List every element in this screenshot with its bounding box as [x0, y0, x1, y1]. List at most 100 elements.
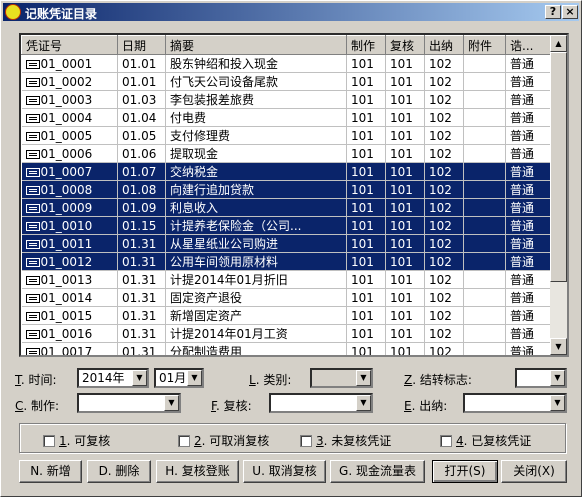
column-header[interactable]: 日期 — [117, 35, 166, 55]
cell-summary: 利息收入 — [165, 198, 347, 217]
cell-no: 01_0007 — [21, 162, 118, 181]
cell-no: 01_0015 — [21, 306, 118, 325]
cell-attach — [463, 234, 506, 253]
column-header[interactable]: 摘要 — [165, 35, 347, 55]
cell-review: 101 — [385, 126, 425, 145]
cell-no: 01_0005 — [21, 126, 118, 145]
cell-summary: 李包装报差旅费 — [165, 90, 347, 109]
cell-summary: 分配制造费用 — [165, 342, 347, 355]
cell-attach — [463, 180, 506, 199]
voucher-directory-window: 记账凭证目录 ? × 凭证号 日期 摘要 制作 复核 出纳 附件 诰... 01_0001 01… — [0, 0, 582, 497]
cell-cashier: 102 — [424, 216, 464, 235]
cell-summary: 支付修理费 — [165, 126, 347, 145]
cell-attach — [463, 144, 506, 163]
check-reviewed[interactable]: 4. 已复核凭证 — [440, 432, 531, 449]
column-header[interactable]: 凭证号 — [21, 35, 118, 55]
table-row[interactable]: 01_0006 01.06 提取现金 101 101 102 普通 — [21, 144, 553, 163]
table-row[interactable]: 01_0011 01.31 从星星纸业公司购进 101 101 102 普通 — [21, 234, 553, 253]
column-header[interactable]: 诰... — [505, 35, 553, 55]
table-row[interactable]: 01_0016 01.31 计提2014年01月工资 101 101 102 普通 — [21, 324, 553, 343]
table-row[interactable]: 01_0014 01.31 固定资产退役 101 101 102 普通 — [21, 288, 553, 307]
table-row[interactable]: 01_0012 01.31 公用车间领用原材料 101 101 102 普通 — [21, 252, 553, 271]
review-filter-group: 1. 可复核 2. 可取消复核 3. 未复核凭证 4. 已复核凭证 — [19, 423, 566, 453]
cashflow-button[interactable]: G. 现金流量表 — [330, 460, 425, 483]
cell-no: 01_0016 — [21, 324, 118, 343]
category-select[interactable]: ▼ — [310, 368, 373, 388]
table-row[interactable]: 01_0001 01.01 股东钟绍和投入现金 101 101 102 普通 — [21, 54, 553, 73]
scroll-up-icon[interactable]: ▲ — [550, 35, 567, 52]
year-select[interactable]: 2014年 ▼ — [77, 368, 149, 388]
table-row[interactable]: 01_0013 01.31 计提2014年01月折旧 101 101 102 普通 — [21, 270, 553, 289]
vertical-scrollbar[interactable]: ▲ ▼ — [550, 35, 567, 355]
cell-summary: 交纳税金 — [165, 162, 347, 181]
cell-type: 普通 — [505, 126, 553, 145]
cell-type: 普通 — [505, 54, 553, 73]
cell-attach — [463, 288, 506, 307]
table-row[interactable]: 01_0010 01.15 计提养老保险金（公司... 101 101 102 普通 — [21, 216, 553, 235]
column-header[interactable]: 复核 — [385, 35, 425, 55]
cell-no: 01_0011 — [21, 234, 118, 253]
table-row[interactable]: 01_0005 01.05 支付修理费 101 101 102 普通 — [21, 126, 553, 145]
help-button[interactable]: ? — [545, 5, 561, 19]
cell-cashier: 102 — [424, 144, 464, 163]
chevron-down-icon: ▼ — [164, 395, 179, 411]
cell-summary: 从星星纸业公司购进 — [165, 234, 347, 253]
cell-maker: 101 — [346, 306, 386, 325]
table-row[interactable]: 01_0003 01.03 李包装报差旅费 101 101 102 普通 — [21, 90, 553, 109]
column-header[interactable]: 出纳 — [424, 35, 464, 55]
voucher-icon — [25, 293, 40, 303]
column-header[interactable]: 附件 — [463, 35, 506, 55]
chevron-down-icon: ▼ — [550, 370, 565, 386]
cell-cashier: 102 — [424, 180, 464, 199]
table-row[interactable]: 01_0007 01.07 交纳税金 101 101 102 普通 — [21, 162, 553, 181]
open-button[interactable]: 打开(S) — [432, 460, 498, 483]
scroll-down-icon[interactable]: ▼ — [550, 338, 567, 355]
cell-type: 普通 — [505, 180, 553, 199]
voucher-number: 01_0001 — [40, 56, 93, 71]
table-row[interactable]: 01_0017 01.31 分配制造费用 101 101 102 普通 — [21, 342, 553, 355]
voucher-icon — [25, 185, 40, 195]
cell-date: 01.31 — [117, 288, 166, 307]
checkbox-icon — [43, 435, 55, 447]
close-dialog-button[interactable]: 关闭(X) — [501, 460, 567, 483]
cell-attach — [463, 90, 506, 109]
cell-type: 普通 — [505, 288, 553, 307]
check-can-review[interactable]: 1. 可复核 — [43, 432, 110, 449]
cell-review: 101 — [385, 288, 425, 307]
voucher-icon — [25, 311, 40, 321]
cell-cashier: 102 — [424, 306, 464, 325]
table-row[interactable]: 01_0008 01.08 向建行追加贷款 101 101 102 普通 — [21, 180, 553, 199]
cancel-review-button[interactable]: U. 取消复核 — [243, 460, 326, 483]
cell-attach — [463, 252, 506, 271]
table-row[interactable]: 01_0002 01.01 付飞天公司设备尾款 101 101 102 普通 — [21, 72, 553, 91]
table-row[interactable]: 01_0004 01.04 付电费 101 101 102 普通 — [21, 108, 553, 127]
table-row[interactable]: 01_0015 01.31 新增固定资产 101 101 102 普通 — [21, 306, 553, 325]
month-select[interactable]: 01月 ▼ — [154, 368, 204, 388]
cell-maker: 101 — [346, 90, 386, 109]
cell-no: 01_0012 — [21, 252, 118, 271]
check-can-cancel-review[interactable]: 2. 可取消复核 — [178, 432, 269, 449]
cell-no: 01_0004 — [21, 108, 118, 127]
cell-date: 01.31 — [117, 306, 166, 325]
voucher-number: 01_0002 — [40, 74, 93, 89]
review-select[interactable]: ▼ — [269, 393, 373, 413]
cell-type: 普通 — [505, 324, 553, 343]
cashier-select[interactable]: ▼ — [463, 393, 567, 413]
cashier-label: E. 出纳: — [404, 399, 448, 413]
voucher-icon — [25, 113, 40, 123]
review-ledger-button[interactable]: H. 复核登账 — [156, 460, 239, 483]
cell-date: 01.31 — [117, 252, 166, 271]
scroll-thumb[interactable] — [550, 52, 567, 282]
flag-select[interactable]: ▼ — [515, 368, 567, 388]
close-button[interactable]: × — [562, 5, 578, 19]
voucher-icon — [25, 221, 40, 231]
table-row[interactable]: 01_0009 01.09 利息收入 101 101 102 普通 — [21, 198, 553, 217]
cell-summary: 计提养老保险金（公司... — [165, 216, 347, 235]
add-button[interactable]: N. 新增 — [19, 460, 82, 483]
voucher-number: 01_0007 — [40, 164, 93, 179]
maker-select[interactable]: ▼ — [77, 393, 181, 413]
delete-button[interactable]: D. 删除 — [87, 460, 151, 483]
column-header[interactable]: 制作 — [346, 35, 386, 55]
voucher-table: 凭证号 日期 摘要 制作 复核 出纳 附件 诰... 01_0001 01.01 股东钟绍和投入现… — [21, 35, 553, 355]
check-unreviewed[interactable]: 3. 未复核凭证 — [300, 432, 391, 449]
